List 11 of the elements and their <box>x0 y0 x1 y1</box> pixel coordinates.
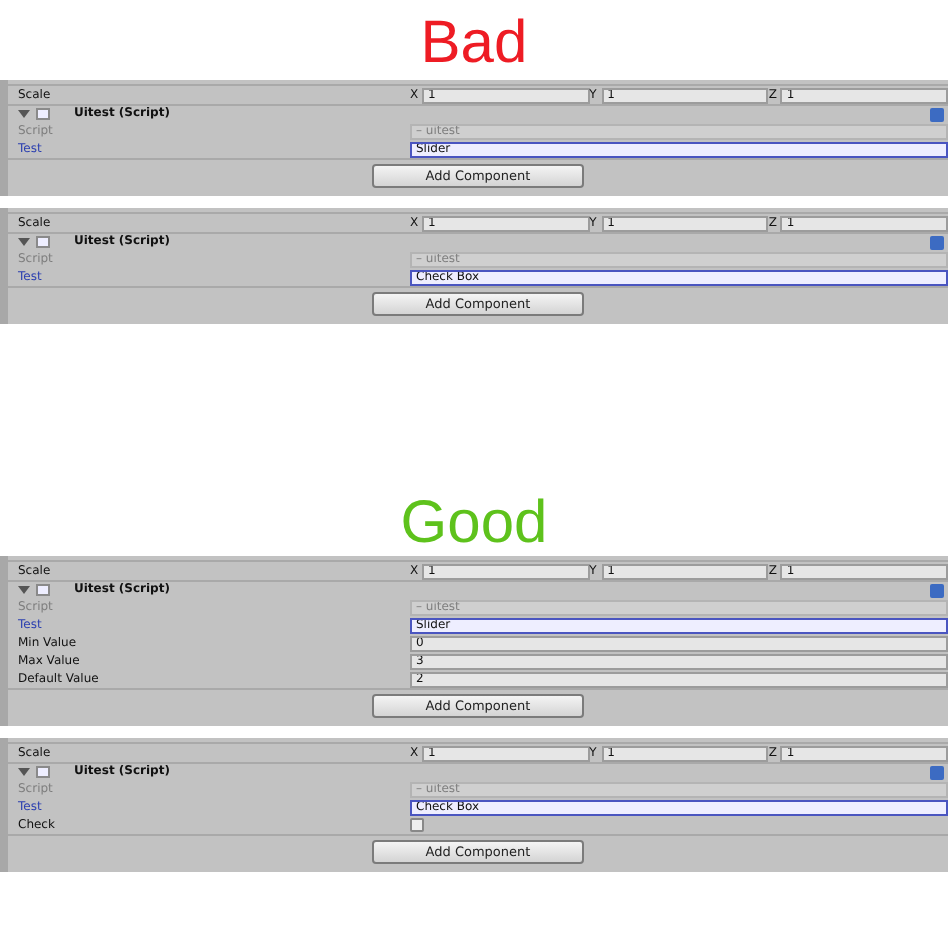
section-heading: Good <box>398 488 550 556</box>
script-icon <box>36 236 50 248</box>
help-icon[interactable] <box>930 765 944 779</box>
help-icon[interactable] <box>930 107 944 121</box>
checkbox[interactable] <box>410 818 424 832</box>
script-icon <box>36 108 50 120</box>
help-icon[interactable] <box>930 235 944 249</box>
script-icon <box>36 584 50 596</box>
help-icon[interactable] <box>930 583 944 597</box>
script-icon <box>36 766 50 778</box>
section-heading: Bad <box>418 12 530 80</box>
